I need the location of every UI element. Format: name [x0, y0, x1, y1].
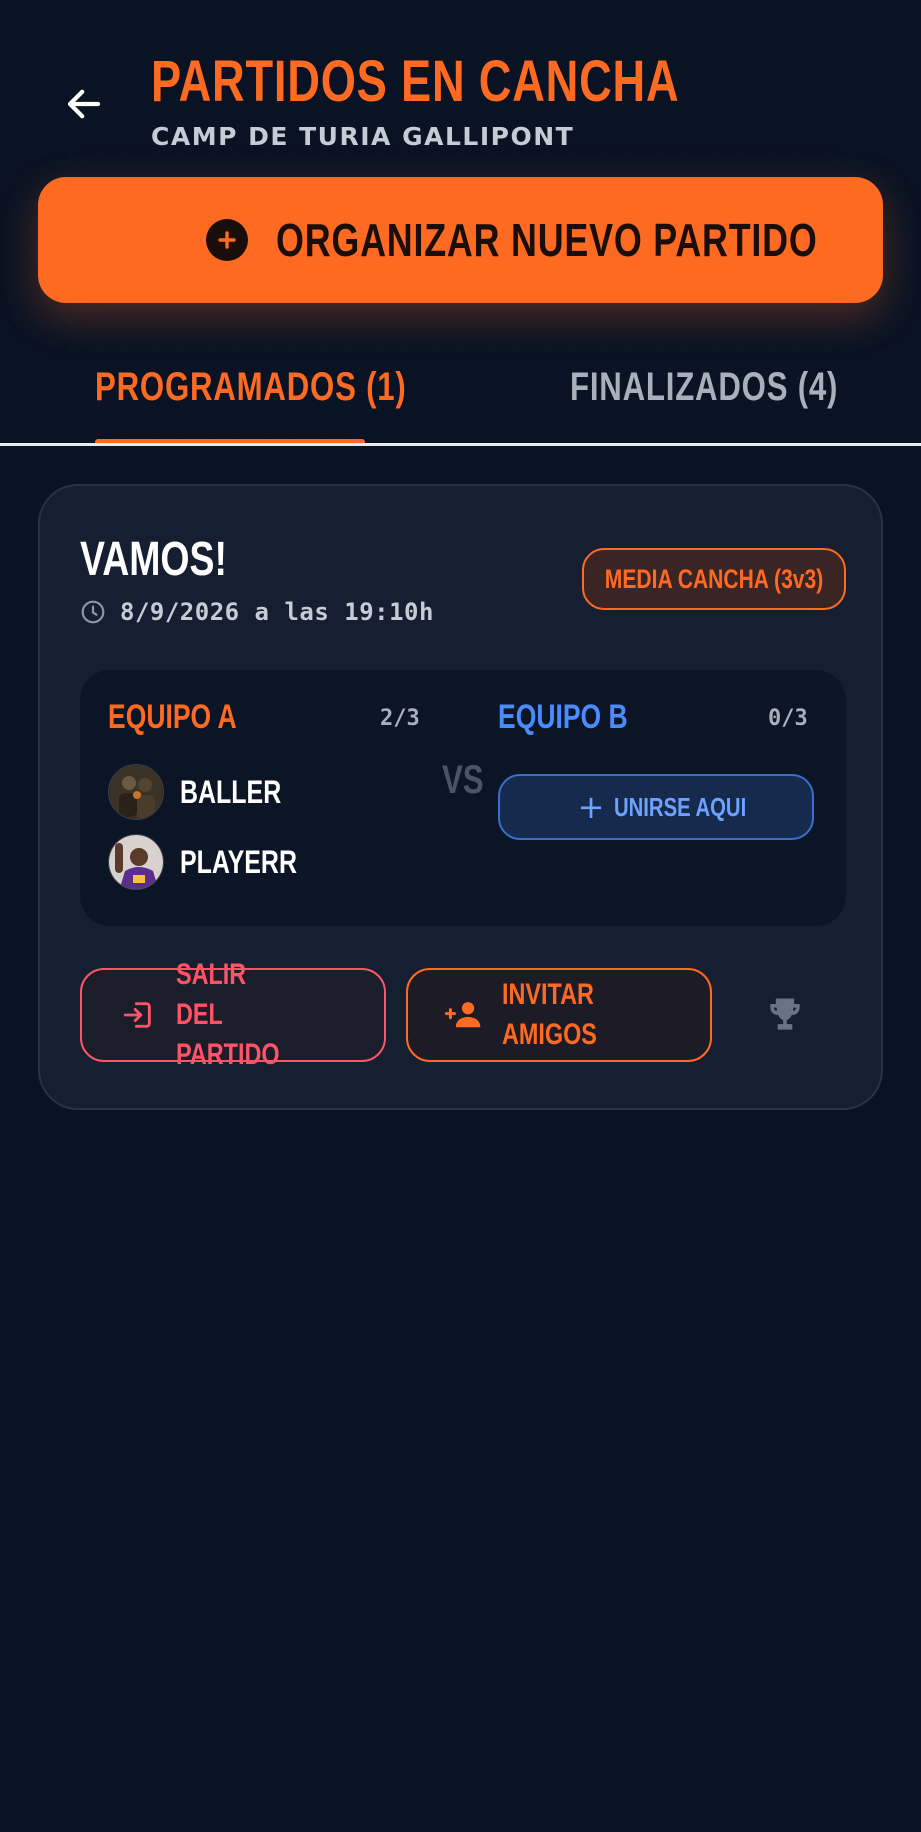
leave-match-label-line2: PARTIDO [176, 1038, 280, 1071]
join-team-b-label: UNIRSE AQUI [614, 791, 747, 822]
leave-match-button[interactable]: SALIR DEL PARTIDO [80, 958, 386, 1071]
organize-new-match-label: ORGANIZAR NUEVO PARTIDO [275, 214, 818, 266]
add-person-icon [444, 995, 484, 1035]
trophy-icon [770, 998, 800, 1030]
tabs-divider [0, 443, 921, 446]
team-a-count: 2/3 [380, 706, 420, 731]
avatar [108, 764, 164, 820]
match-datetime: 8/9/2026 a las 19:10h [80, 598, 434, 626]
match-name: VAMOS! [80, 533, 227, 586]
court-type-badge: MEDIA CANCHA (3v3) [582, 548, 846, 610]
tab-finalizados-label: FINALIZADOS (4) [570, 365, 839, 409]
team-b-title: EQUIPO B [498, 698, 628, 736]
match-actions: SALIR DEL PARTIDO INVITAR AMIGOS [80, 958, 846, 1071]
clock-icon [81, 600, 105, 624]
player-name: PLAYERR [180, 843, 297, 880]
player-name: BALLER [180, 773, 282, 810]
tab-programados-label: PROGRAMADOS (1) [95, 365, 407, 409]
arrow-left-icon [67, 89, 101, 119]
match-card: VAMOS! 8/9/2026 a las 19:10h MEDIA CANCH… [38, 484, 883, 1110]
header: PARTIDOS EN CANCHA CAMP DE TURIA GALLIPO… [151, 49, 829, 152]
organize-new-match-button[interactable]: ORGANIZAR NUEVO PARTIDO [38, 177, 883, 303]
trophy-button[interactable] [760, 990, 810, 1040]
page-title: PARTIDOS EN CANCHA [151, 49, 680, 114]
tab-finalizados[interactable]: FINALIZADOS (4) [570, 364, 914, 424]
join-team-b-button[interactable]: + UNIRSE AQUI [498, 774, 814, 840]
invite-friends-label: INVITAR AMIGOS [502, 975, 622, 1055]
page-subtitle: CAMP DE TURIA GALLIPONT [151, 122, 575, 151]
plus-icon: + [577, 788, 605, 826]
match-datetime-text: 8/9/2026 a las 19:10h [120, 598, 434, 626]
plus-circle-icon [205, 219, 248, 261]
teams-panel: EQUIPO A 2/3 VS EQUIPO B 0/3 BALLER PLAY… [80, 670, 846, 926]
invite-friends-label-line1: INVITAR [502, 978, 594, 1011]
tab-programados[interactable]: PROGRAMADOS (1) [95, 364, 494, 424]
invite-friends-label-line2: AMIGOS [502, 1018, 597, 1051]
back-button[interactable] [56, 76, 112, 132]
player-row[interactable]: BALLER [108, 764, 310, 820]
exit-icon [118, 995, 158, 1035]
avatar [108, 834, 164, 890]
leave-match-label-line1: SALIR DEL [176, 958, 247, 1031]
team-a-title: EQUIPO A [108, 698, 237, 736]
team-b-count: 0/3 [768, 706, 808, 731]
tab-bar: PROGRAMADOS (1) FINALIZADOS (4) [0, 350, 921, 446]
invite-friends-button[interactable]: INVITAR AMIGOS [406, 968, 712, 1062]
leave-match-label: SALIR DEL PARTIDO [176, 955, 296, 1075]
court-type-label: MEDIA CANCHA (3v3) [604, 563, 824, 594]
vs-label: VS [442, 758, 484, 802]
player-row[interactable]: PLAYERR [108, 834, 330, 890]
